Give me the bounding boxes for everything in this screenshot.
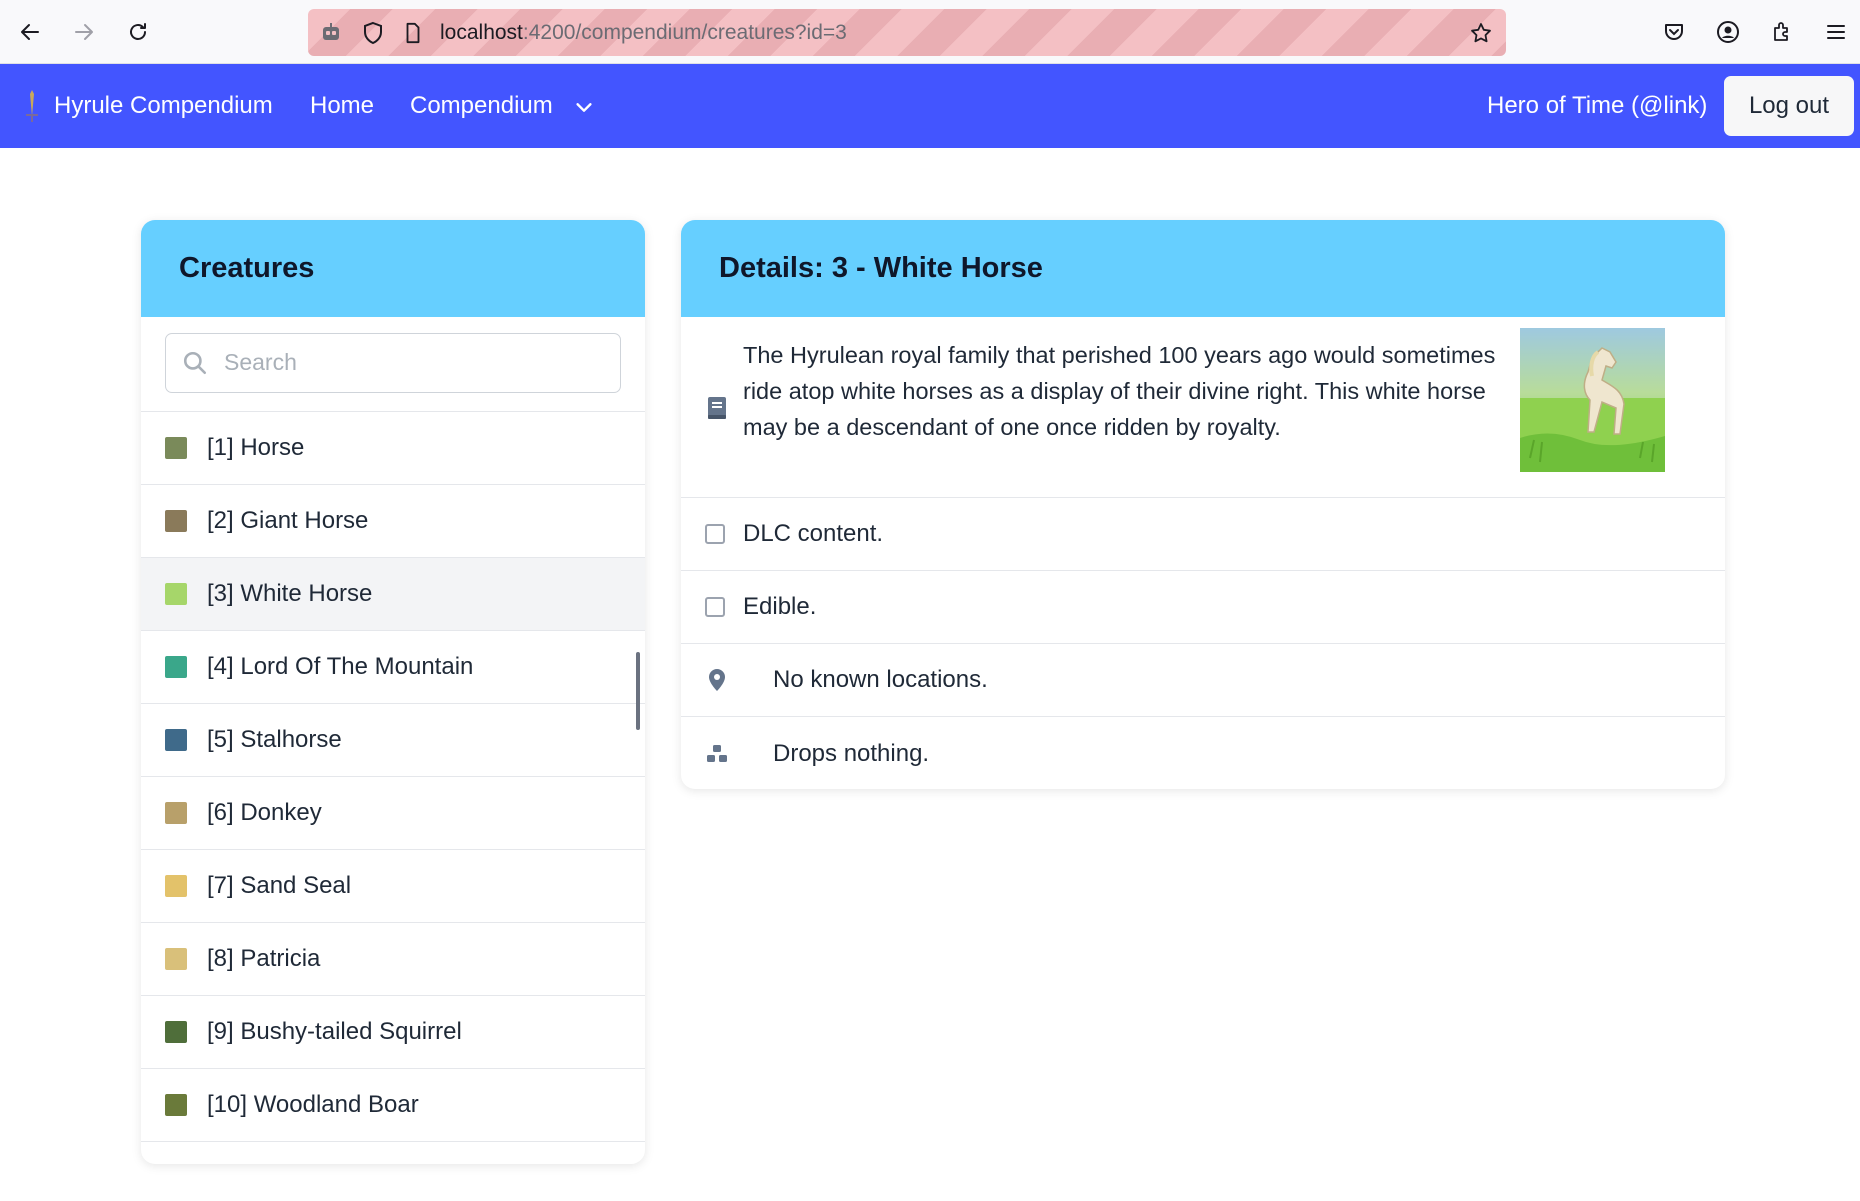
list-item-label: [9] Bushy-tailed Squirrel — [207, 1018, 462, 1045]
account-icon[interactable] — [1714, 18, 1742, 46]
robot-icon[interactable] — [318, 20, 344, 46]
url-text[interactable]: localhost:4200/compendium/creatures?id=3 — [440, 20, 847, 46]
list-item[interactable]: [5] Stalhorse — [141, 704, 645, 777]
locations-text: No known locations. — [773, 666, 988, 693]
creature-thumbnail — [165, 583, 187, 605]
app-navbar: Hyrule Compendium Home Compendium Hero o… — [0, 64, 1860, 148]
address-bar[interactable]: localhost:4200/compendium/creatures?id=3 — [308, 9, 1506, 56]
list-item[interactable]: [7] Sand Seal — [141, 850, 645, 923]
creature-list: [1] Horse [2] Giant Horse [3] White Horse [… — [141, 412, 645, 1142]
search-input[interactable] — [224, 334, 604, 390]
nav-compendium-label: Compendium — [410, 92, 553, 119]
brand-link[interactable]: Hyrule Compendium — [20, 88, 273, 124]
creature-thumbnail — [165, 729, 187, 751]
list-item[interactable]: [10] Woodland Boar — [141, 1069, 645, 1142]
list-card-header: Creatures — [141, 220, 645, 317]
nav-compendium-dropdown[interactable]: Compendium — [410, 92, 595, 120]
detail-card-header: Details: 3 - White Horse — [681, 220, 1725, 317]
map-pin-icon — [709, 669, 725, 691]
list-item[interactable]: [9] Bushy-tailed Squirrel — [141, 996, 645, 1069]
white-horse-image — [1520, 328, 1665, 472]
edible-row: Edible. — [681, 571, 1725, 644]
dlc-label: DLC content. — [743, 520, 884, 547]
forward-arrow-icon — [75, 24, 93, 40]
creature-thumbnail — [165, 802, 187, 824]
back-button[interactable] — [12, 14, 48, 50]
creature-thumbnail — [165, 437, 187, 459]
list-card-title: Creatures — [179, 252, 315, 284]
list-item-label: [7] Sand Seal — [207, 872, 352, 899]
list-item-label: [10] Woodland Boar — [207, 1091, 419, 1118]
bookmark-star-icon[interactable] — [1468, 20, 1494, 46]
creature-thumbnail — [165, 510, 187, 532]
list-item[interactable]: [2] Giant Horse — [141, 485, 645, 558]
reload-icon — [130, 23, 146, 40]
chevron-down-icon — [576, 102, 593, 112]
search-icon — [183, 351, 207, 375]
browser-toolbar: localhost:4200/compendium/creatures?id=3 — [0, 0, 1860, 64]
list-item-label: [1] Horse — [207, 434, 305, 461]
user-display-name: Hero of Time (@link) — [1487, 92, 1708, 119]
back-arrow-icon — [21, 24, 39, 40]
creatures-list-card: Creatures [1] Horse [2] Giant Horse [3] Wh… — [141, 220, 645, 1164]
drops-text: Drops nothing. — [773, 739, 930, 767]
dlc-row: DLC content. — [681, 498, 1725, 571]
dlc-checkbox[interactable] — [705, 524, 725, 544]
list-item[interactable]: [3] White Horse — [141, 558, 645, 631]
creature-thumbnail — [165, 1021, 187, 1043]
creature-thumbnail — [165, 875, 187, 897]
list-item[interactable]: [4] Lord Of The Mountain — [141, 631, 645, 704]
creature-thumbnail — [165, 1094, 187, 1116]
locations-row: No known locations. — [681, 644, 1725, 717]
shield-icon[interactable] — [360, 20, 386, 46]
sword-logo-icon — [26, 90, 38, 122]
list-item[interactable]: [1] Horse — [141, 412, 645, 485]
list-item-label: [2] Giant Horse — [207, 507, 369, 534]
list-item-label: [5] Stalhorse — [207, 726, 342, 753]
list-item-label: [4] Lord Of The Mountain — [207, 653, 474, 680]
nav-home-link[interactable]: Home — [310, 92, 374, 120]
forward-button[interactable] — [66, 14, 102, 50]
list-item-label: [6] Donkey — [207, 799, 322, 826]
drops-row: Drops nothing. — [681, 717, 1725, 789]
edible-label: Edible. — [743, 593, 817, 620]
reload-button[interactable] — [120, 14, 156, 50]
logout-button[interactable]: Log out — [1724, 76, 1854, 136]
pocket-icon[interactable] — [1660, 18, 1688, 46]
description-row: The Hyrulean royal family that perished … — [681, 317, 1725, 498]
creature-detail-card: Details: 3 - White Horse The Hyrulean ro… — [681, 220, 1725, 789]
detail-card-title: Details: 3 - White Horse — [719, 252, 1043, 284]
creature-thumbnail — [165, 948, 187, 970]
list-item[interactable]: [8] Patricia — [141, 923, 645, 996]
brand-name: Hyrule Compendium — [54, 92, 273, 119]
list-scrollbar[interactable] — [636, 652, 640, 730]
menu-icon[interactable] — [1822, 18, 1850, 46]
search-section — [141, 317, 645, 412]
cubes-icon — [707, 744, 727, 762]
book-icon — [708, 397, 726, 419]
edible-checkbox[interactable] — [705, 597, 725, 617]
search-box — [165, 333, 621, 393]
description-text: The Hyrulean royal family that perished … — [743, 342, 1496, 440]
list-item-label: [3] White Horse — [207, 580, 373, 607]
page-icon[interactable] — [400, 20, 426, 46]
list-item-label: [8] Patricia — [207, 945, 321, 972]
creature-thumbnail — [165, 656, 187, 678]
list-item[interactable]: [6] Donkey — [141, 777, 645, 850]
extensions-icon[interactable] — [1768, 18, 1796, 46]
